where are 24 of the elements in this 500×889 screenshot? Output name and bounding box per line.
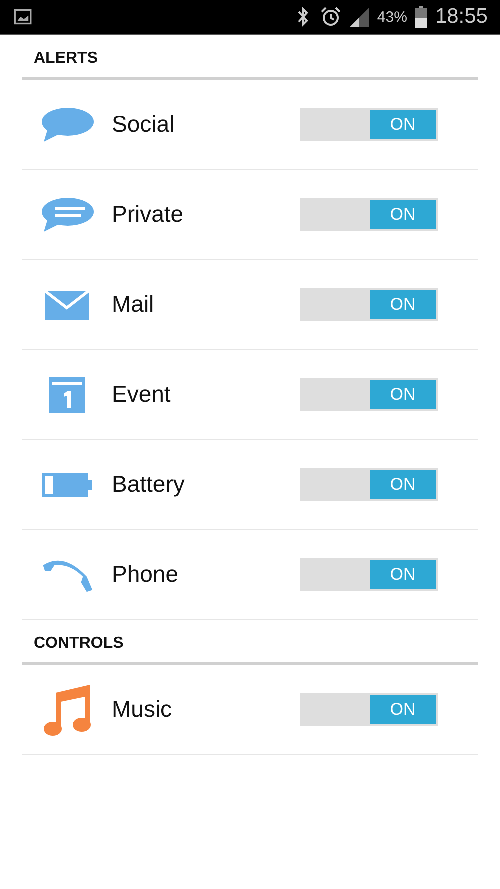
toggle-switch[interactable]: ON <box>300 378 438 411</box>
setting-label: Mail <box>112 291 156 318</box>
speech-bubble-icon <box>40 106 94 144</box>
toggle-switch[interactable]: ON <box>300 198 438 231</box>
setting-label: Private <box>112 201 185 228</box>
toggle-switch[interactable]: ON <box>300 108 438 141</box>
setting-label: Music <box>112 696 174 723</box>
battery-icon <box>415 6 428 28</box>
message-bubble-icon <box>40 196 94 234</box>
image-icon <box>14 9 32 25</box>
toggle-switch[interactable]: ON <box>300 693 438 726</box>
battery-percent: 43% <box>377 8 408 26</box>
setting-label: Social <box>112 111 176 138</box>
signal-icon <box>349 7 370 27</box>
toggle-switch[interactable]: ON <box>300 558 438 591</box>
setting-label: Phone <box>112 561 180 588</box>
setting-label: Battery <box>112 471 186 498</box>
section-header: CONTROLS <box>33 634 125 654</box>
setting-label: Event <box>112 381 172 408</box>
toggle-switch[interactable]: ON <box>300 288 438 321</box>
section-header: ALERTS <box>33 49 99 69</box>
clock-time: 18:55 <box>435 5 488 29</box>
toggle-switch[interactable]: ON <box>300 468 438 501</box>
alarm-clock-icon <box>321 7 342 27</box>
